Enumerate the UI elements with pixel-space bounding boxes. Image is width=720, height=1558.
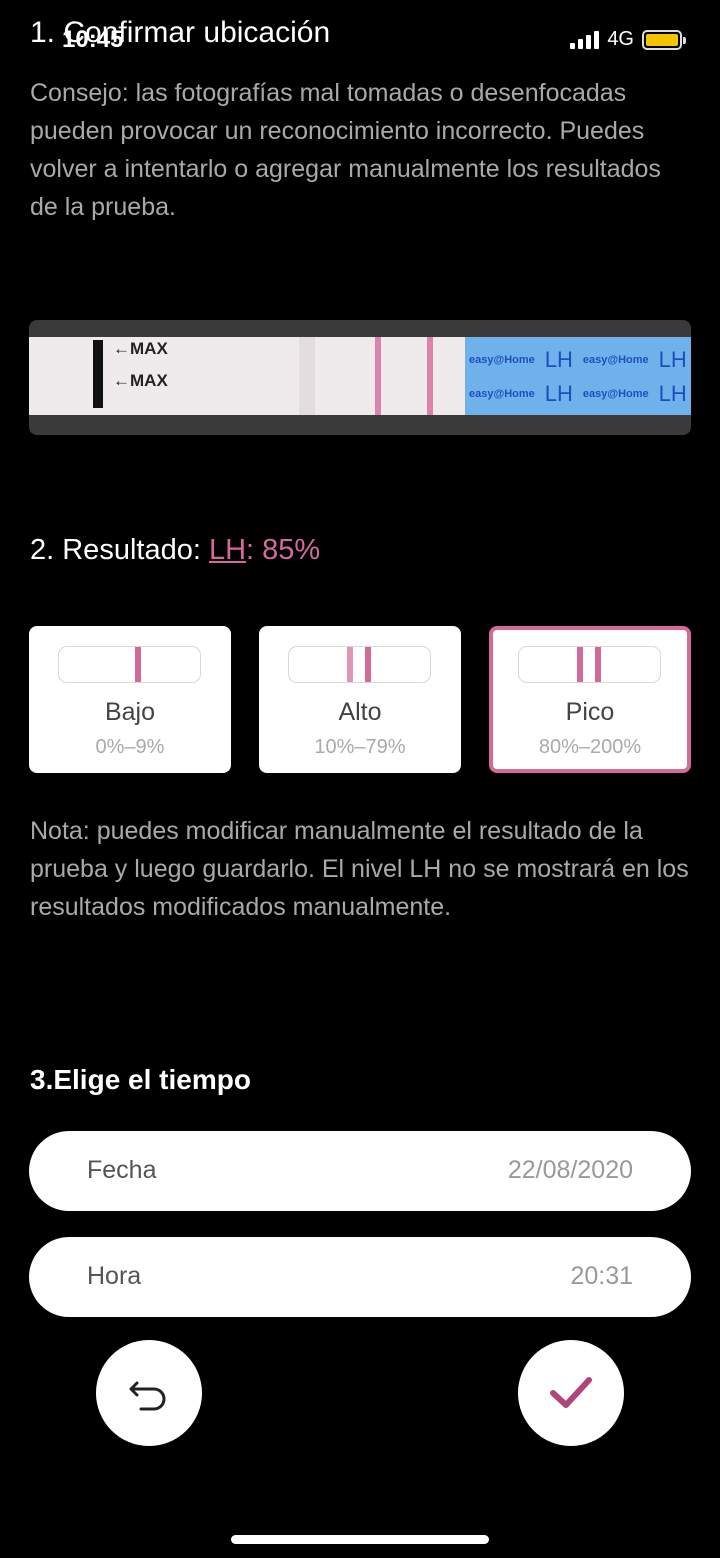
result-title-prefix: 2. Resultado: <box>30 534 209 566</box>
checkmark-icon <box>550 1377 592 1408</box>
result-option-range: 80%–200% <box>538 736 642 758</box>
time-field[interactable]: Hora 20:31 <box>29 1237 691 1317</box>
strip-lh-text: LH <box>658 381 687 406</box>
strip-lh-text: LH <box>544 347 573 372</box>
control-line <box>375 337 381 415</box>
strip-lh-text: LH <box>544 381 573 406</box>
result-option-label: Pico <box>565 698 615 726</box>
result-option-label: Bajo <box>104 698 156 726</box>
strip-brand-text: easy@Home <box>469 388 535 400</box>
result-option-label: Alto <box>338 698 382 726</box>
test-line <box>427 337 433 415</box>
lh-info-link[interactable]: LH <box>209 534 246 566</box>
max-label: ←MAX <box>113 339 168 358</box>
status-indicators: 4G <box>570 28 686 51</box>
date-value: 22/08/2020 <box>507 1156 633 1184</box>
result-option-alto[interactable]: Alto 10%–79% <box>259 626 461 773</box>
time-value: 20:31 <box>570 1262 633 1290</box>
strip-lh-text: LH <box>658 347 687 372</box>
result-title: 2. Resultado: LH: 85% <box>30 534 320 567</box>
strip-brand-text: easy@Home <box>582 388 649 400</box>
mini-strip-icon <box>518 646 661 683</box>
status-time: 10:45 <box>62 26 124 53</box>
result-option-pico[interactable]: Pico 80%–200% <box>489 626 691 773</box>
confirm-button[interactable] <box>518 1340 624 1446</box>
result-option-range: 10%–79% <box>314 736 406 758</box>
lh-value: : 85% <box>246 534 321 566</box>
date-field[interactable]: Fecha 22/08/2020 <box>29 1131 691 1211</box>
strip-brand-text: easy@Home <box>469 354 535 366</box>
time-label: Hora <box>87 1262 142 1290</box>
undo-icon <box>129 1381 166 1411</box>
choose-time-title: 3.Elige el tiempo <box>30 1064 251 1095</box>
mini-strip-icon <box>288 646 431 683</box>
photo-tip-text: Consejo: las fotografías mal tomadas o d… <box>30 79 661 221</box>
home-indicator[interactable] <box>231 1535 489 1544</box>
strip-pad <box>299 337 315 415</box>
network-type: 4G <box>607 28 634 50</box>
mini-strip-icon <box>58 646 201 683</box>
strip-brand-area: easy@Home LH easy@Home LH easy@Home LH e… <box>465 337 691 415</box>
undo-button[interactable] <box>96 1340 202 1446</box>
strip-max-mark <box>93 340 103 408</box>
manual-edit-note: Nota: puedes modificar manualmente el re… <box>30 817 689 921</box>
result-option-bajo[interactable]: Bajo 0%–9% <box>29 626 231 773</box>
battery-icon <box>642 29 686 50</box>
signal-icon <box>570 30 600 49</box>
result-option-range: 0%–9% <box>95 736 165 758</box>
test-strip-photo[interactable]: ←MAX ←MAX easy@Home LH easy@Home LH easy… <box>29 320 691 435</box>
max-label: ←MAX <box>113 371 168 390</box>
strip-body: ←MAX ←MAX easy@Home LH easy@Home LH easy… <box>29 337 691 415</box>
strip-brand-text: easy@Home <box>582 354 649 366</box>
date-label: Fecha <box>87 1156 157 1184</box>
